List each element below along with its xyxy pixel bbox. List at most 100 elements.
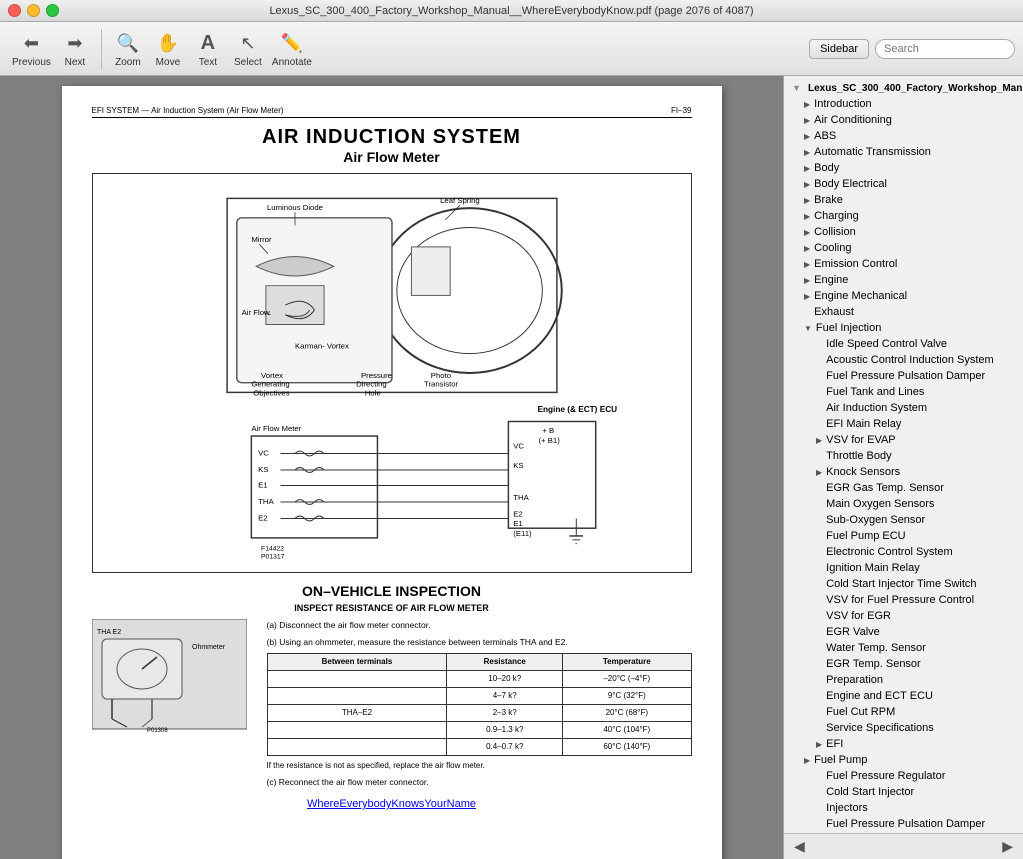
svg-text:THA: THA (258, 497, 274, 506)
svg-text:Objectives: Objectives (253, 388, 289, 397)
maximize-button[interactable] (46, 4, 59, 17)
sidebar-item-34[interactable]: ▶Water Temp. Sensor (784, 640, 1023, 656)
sidebar-item-42[interactable]: ▶Fuel Pressure Regulator (784, 768, 1023, 784)
text-button[interactable]: A Text (192, 29, 224, 68)
sidebar-item-21[interactable]: ▶VSV for EVAP (784, 432, 1023, 448)
minimize-button[interactable] (27, 4, 40, 17)
sidebar-item-36[interactable]: ▶Preparation (784, 672, 1023, 688)
sidebar-item-11[interactable]: ▶Engine (784, 272, 1023, 288)
window-controls[interactable] (8, 4, 59, 17)
close-button[interactable] (8, 4, 21, 17)
sidebar-tree[interactable]: ▼ Lexus_SC_300_400_Factory_Workshop_Manu… (784, 76, 1023, 833)
sidebar-item-41[interactable]: ▶Fuel Pump (784, 752, 1023, 768)
sidebar-item-10[interactable]: ▶Emission Control (784, 256, 1023, 272)
sidebar-item-12[interactable]: ▶Engine Mechanical (784, 288, 1023, 304)
header-left-text: EFI SYSTEM — Air Induction System (Air F… (92, 106, 284, 115)
sidebar-item-5[interactable]: ▶Body Electrical (784, 176, 1023, 192)
toolbar-right: Sidebar (809, 39, 1015, 59)
sidebar-item-16[interactable]: ▶Acoustic Control Induction System (784, 352, 1023, 368)
separator-1 (101, 29, 102, 69)
sidebar-item-13[interactable]: ▶Exhaust (784, 304, 1023, 320)
sidebar-nav-left[interactable]: ◀ (790, 838, 809, 855)
sidebar-item-7[interactable]: ▶Charging (784, 208, 1023, 224)
sidebar-item-31[interactable]: ▶VSV for Fuel Pressure Control (784, 592, 1023, 608)
sidebar-item-39[interactable]: ▶Service Specifications (784, 720, 1023, 736)
sidebar-item-33[interactable]: ▶EGR Valve (784, 624, 1023, 640)
svg-text:KS: KS (513, 461, 523, 470)
svg-text:Hole: Hole (364, 388, 380, 397)
svg-text:Karman- Vortex: Karman- Vortex (295, 342, 349, 351)
sidebar-panel: ▼ Lexus_SC_300_400_Factory_Workshop_Manu… (783, 76, 1023, 859)
select-button[interactable]: ↖ Select (232, 29, 264, 68)
move-icon: ✋ (152, 29, 184, 57)
sidebar-item-38[interactable]: ▶Fuel Cut RPM (784, 704, 1023, 720)
sidebar-nav-right[interactable]: ▶ (998, 838, 1017, 855)
pdf-viewer[interactable]: EFI SYSTEM — Air Induction System (Air F… (0, 76, 783, 859)
sidebar-item-18[interactable]: ▶Fuel Tank and Lines (784, 384, 1023, 400)
svg-text:E1: E1 (258, 480, 267, 489)
sidebar-item-15[interactable]: ▶Idle Speed Control Valve (784, 336, 1023, 352)
sidebar-item-19[interactable]: ▶Air Induction System (784, 400, 1023, 416)
sidebar-item-37[interactable]: ▶Engine and ECT ECU (784, 688, 1023, 704)
page-header: EFI SYSTEM — Air Induction System (Air F… (92, 106, 692, 118)
sidebar-item-32[interactable]: ▶VSV for EGR (784, 608, 1023, 624)
next-button[interactable]: ➡ Next (59, 29, 91, 68)
sidebar-bottom: ◀ ▶ (784, 833, 1023, 859)
sidebar-item-43[interactable]: ▶Cold Start Injector (784, 784, 1023, 800)
resistance-table: Between terminals Resistance Temperature… (267, 653, 692, 756)
svg-text:Pressure: Pressure (360, 371, 391, 380)
next-icon: ➡ (59, 29, 91, 57)
sidebar-item-29[interactable]: ▶Ignition Main Relay (784, 560, 1023, 576)
sidebar-item-30[interactable]: ▶Cold Start Injector Time Switch (784, 576, 1023, 592)
sidebar-item-26[interactable]: ▶Sub-Oxygen Sensor (784, 512, 1023, 528)
pdf-page-fi39: EFI SYSTEM — Air Induction System (Air F… (62, 86, 722, 859)
sidebar-item-3[interactable]: ▶Automatic Transmission (784, 144, 1023, 160)
svg-text:(E11): (E11) (513, 529, 532, 538)
annotate-button[interactable]: ✏️ Annotate (272, 29, 312, 68)
move-button[interactable]: ✋ Move (152, 29, 184, 68)
sidebar-item-4[interactable]: ▶Body (784, 160, 1023, 176)
website-link[interactable]: WhereEverybodyKnowsYourName (92, 798, 692, 810)
table-row: 4–7 k?9°C (32°F) (267, 687, 691, 704)
sidebar-item-0[interactable]: ▶Introduction (784, 96, 1023, 112)
sidebar: ▼ Lexus_SC_300_400_Factory_Workshop_Manu… (783, 76, 1023, 859)
sidebar-toggle-button[interactable]: Sidebar (809, 39, 869, 59)
sidebar-item-8[interactable]: ▶Collision (784, 224, 1023, 240)
sidebar-item-17[interactable]: ▶Fuel Pressure Pulsation Damper (784, 368, 1023, 384)
titlebar: Lexus_SC_300_400_Factory_Workshop_Manual… (0, 0, 1023, 22)
sidebar-item-6[interactable]: ▶Brake (784, 192, 1023, 208)
page-title: AIR INDUCTION SYSTEM Air Flow Meter (92, 126, 692, 165)
sidebar-item-25[interactable]: ▶Main Oxygen Sensors (784, 496, 1023, 512)
svg-text:Mirror: Mirror (251, 235, 272, 244)
sidebar-item-22[interactable]: ▶Throttle Body (784, 448, 1023, 464)
col-temperature: Temperature (563, 653, 691, 670)
svg-text:THA E2: THA E2 (97, 629, 121, 636)
sidebar-item-23[interactable]: ▶Knock Sensors (784, 464, 1023, 480)
main-area: EFI SYSTEM — Air Induction System (Air F… (0, 76, 1023, 859)
zoom-button[interactable]: 🔍 Zoom (112, 29, 144, 68)
svg-text:Vortex: Vortex (261, 371, 283, 380)
previous-button[interactable]: ⬅ Previous (12, 29, 51, 68)
sidebar-item-35[interactable]: ▶EGR Temp. Sensor (784, 656, 1023, 672)
sidebar-item-9[interactable]: ▶Cooling (784, 240, 1023, 256)
svg-text:Luminous Diode: Luminous Diode (266, 203, 322, 212)
select-icon: ↖ (232, 29, 264, 57)
sidebar-item-24[interactable]: ▶EGR Gas Temp. Sensor (784, 480, 1023, 496)
svg-text:Generating: Generating (251, 380, 289, 389)
sidebar-item-45[interactable]: ▶Fuel Pressure Pulsation Damper (784, 816, 1023, 832)
sidebar-item-27[interactable]: ▶Fuel Pump ECU (784, 528, 1023, 544)
page-number-top: FI–39 (671, 106, 691, 115)
title-main: AIR INDUCTION SYSTEM (92, 126, 692, 149)
sidebar-item-14[interactable]: ▼Fuel Injection (784, 320, 1023, 336)
sidebar-root[interactable]: ▼ Lexus_SC_300_400_Factory_Workshop_Manu… (784, 80, 1023, 96)
sidebar-item-40[interactable]: ▶EFI (784, 736, 1023, 752)
sidebar-item-1[interactable]: ▶Air Conditioning (784, 112, 1023, 128)
inspection-photo: THA E2 Ohmmeter P0130 (92, 619, 257, 788)
search-input[interactable] (875, 39, 1015, 59)
sidebar-item-44[interactable]: ▶Injectors (784, 800, 1023, 816)
svg-text:E2: E2 (258, 513, 267, 522)
sidebar-item-2[interactable]: ▶ABS (784, 128, 1023, 144)
inspection-section: ON–VEHICLE INSPECTION INSPECT RESISTANCE… (92, 583, 692, 788)
sidebar-item-28[interactable]: ▶Electronic Control System (784, 544, 1023, 560)
sidebar-item-20[interactable]: ▶EFI Main Relay (784, 416, 1023, 432)
